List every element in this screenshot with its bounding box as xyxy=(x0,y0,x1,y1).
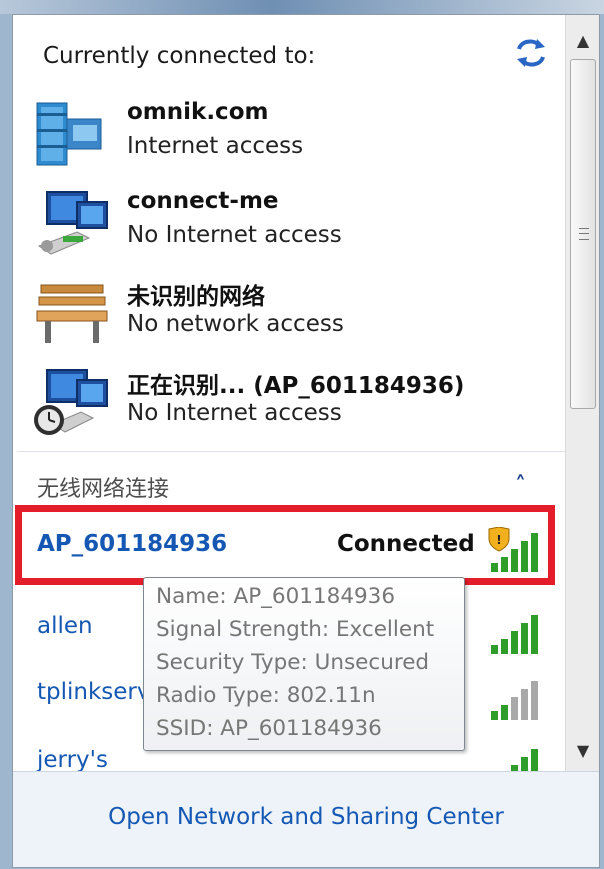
scroll-up-arrow-icon[interactable]: ▲ xyxy=(566,21,599,61)
network-name: 正在识别... (AP_601184936) xyxy=(127,373,465,399)
wifi-details-tooltip: Name: AP_601184936 Signal Strength: Exce… xyxy=(143,577,465,751)
tooltip-security-type: Security Type: Unsecured xyxy=(156,650,430,675)
network-item-identifying[interactable]: 正在识别... (AP_601184936) No Internet acces… xyxy=(33,366,553,446)
wireless-section-label: 无线网络连接 xyxy=(37,477,170,502)
network-name: 未识别的网络 xyxy=(127,284,265,310)
collapse-chevron-icon[interactable]: ˄ xyxy=(515,473,526,498)
refresh-icon[interactable] xyxy=(513,35,549,71)
wifi-signal-icon xyxy=(491,615,538,654)
network-status: No Internet access xyxy=(127,222,342,248)
tooltip-signal-strength: Signal Strength: Excellent xyxy=(156,617,435,642)
wifi-signal-icon xyxy=(491,681,538,720)
network-item-connect-me[interactable]: connect-me No Internet access xyxy=(33,188,553,268)
network-computer-icon xyxy=(37,191,108,255)
grip-icon xyxy=(579,228,589,240)
scrollbar[interactable]: ▲ ▼ xyxy=(565,15,599,771)
network-item-unidentified[interactable]: 未识别的网络 No network access xyxy=(33,277,553,357)
tooltip-radio-type: Radio Type: 802.11n xyxy=(156,683,376,708)
network-name: connect-me xyxy=(127,188,279,214)
park-bench-icon xyxy=(36,284,108,343)
scrollbar-thumb[interactable] xyxy=(570,59,596,409)
domain-network-icon xyxy=(36,102,102,166)
network-status: Internet access xyxy=(127,133,304,159)
open-network-sharing-center-link[interactable]: Open Network and Sharing Center xyxy=(13,804,599,830)
network-status: No network access xyxy=(127,311,344,337)
network-status: No Internet access xyxy=(127,400,342,426)
highlight-box xyxy=(15,505,555,585)
section-divider xyxy=(17,451,565,452)
tooltip-name: Name: AP_601184936 xyxy=(156,584,396,609)
scroll-down-arrow-icon[interactable]: ▼ xyxy=(566,731,599,771)
tooltip-ssid: SSID: AP_601184936 xyxy=(156,716,382,741)
flyout-footer: Open Network and Sharing Center xyxy=(13,771,599,867)
connected-header: Currently connected to: xyxy=(43,43,316,69)
wifi-ssid: jerry's xyxy=(37,747,108,771)
wifi-ssid: allen xyxy=(37,613,93,639)
flyout-content: Currently connected to: omnik.com Intern… xyxy=(13,15,565,771)
network-flyout: Currently connected to: omnik.com Intern… xyxy=(12,14,600,868)
taskbar-edge xyxy=(0,0,604,14)
identifying-network-icon xyxy=(34,369,108,435)
wifi-signal-icon xyxy=(511,749,538,771)
network-item-omnik[interactable]: omnik.com Internet access xyxy=(33,99,553,179)
network-name: omnik.com xyxy=(127,99,269,125)
